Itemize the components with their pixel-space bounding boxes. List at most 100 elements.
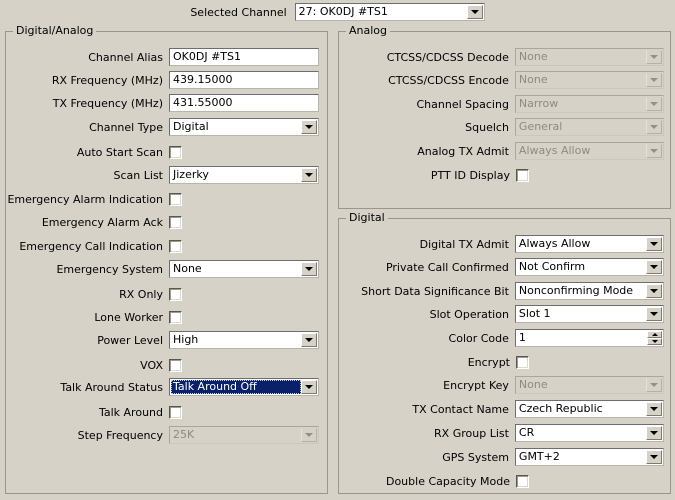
lone-worker-label: Lone Worker [94,310,163,324]
ctcss-cdcss-decode-value: None [518,50,548,63]
row-encrypt-key: Encrypt Key None [338,375,664,395]
chevron-down-icon [646,50,662,64]
power-level-label: Power Level [97,333,163,347]
channel-type-combo[interactable]: Digital [169,118,319,136]
channel-spacing-combo: Narrow [514,95,664,113]
channel-alias-input[interactable]: OK0DJ #TS1 [169,48,319,66]
chevron-down-icon[interactable] [301,168,317,182]
chevron-down-icon[interactable] [646,237,662,251]
spinner-down-icon[interactable] [647,338,662,345]
row-color-code: Color Code 1 [338,328,664,348]
row-slot-operation: Slot Operation Slot 1 [338,304,664,324]
emergency-alarm-indication-label: Emergency Alarm Indication [7,192,163,206]
row-channel-alias: Channel Alias OK0DJ #TS1 [5,47,321,67]
vox-checkbox[interactable] [169,358,182,372]
squelch-value: General [518,120,563,133]
talk-around-checkbox[interactable] [169,405,182,419]
lone-worker-checkbox[interactable] [169,310,182,324]
tx-contact-name-combo[interactable]: Czech Republic [514,400,664,418]
step-frequency-combo: 25K [169,426,319,444]
chevron-down-icon[interactable] [646,450,662,464]
analog-tx-admit-combo: Always Allow [514,142,664,160]
row-channel-type: Channel Type Digital [5,117,321,137]
slot-operation-value: Slot 1 [518,307,551,320]
short-data-significance-bit-combo[interactable]: Nonconfirming Mode [514,282,664,300]
chevron-down-icon[interactable] [466,5,483,19]
chevron-down-icon[interactable] [301,262,317,276]
emergency-system-combo[interactable]: None [169,260,319,278]
color-code-spinner-buttons[interactable] [647,331,662,345]
tx-frequency-input[interactable]: 431.55000 [169,94,319,112]
rx-frequency-input[interactable]: 439.15000 [169,71,319,89]
auto-start-scan-label: Auto Start Scan [76,145,163,159]
row-squelch: Squelch General [338,117,664,137]
encrypt-key-combo: None [514,376,664,394]
chevron-down-icon[interactable] [301,380,317,394]
tx-contact-name-value: Czech Republic [518,402,603,415]
ctcss-cdcss-encode-value: None [518,73,548,86]
row-ctcss-cdcss-decode: CTCSS/CDCSS Decode None [338,47,664,67]
row-emergency-alarm-indication: Emergency Alarm Indication [5,189,321,209]
rx-group-list-combo[interactable]: CR [514,424,664,442]
short-data-significance-bit-label: Short Data Significance Bit [361,284,509,298]
gps-system-value: GMT+2 [518,450,560,463]
rx-group-list-value: CR [518,426,535,439]
channel-alias-label: Channel Alias [88,50,163,64]
squelch-label: Squelch [465,120,509,134]
selected-channel-combo[interactable]: 27: OK0DJ #TS1 [294,3,485,21]
talk-around-status-combo[interactable]: Talk Around Off [169,378,319,396]
emergency-call-indication-checkbox[interactable] [169,239,182,253]
chevron-down-icon[interactable] [646,426,662,440]
gps-system-combo[interactable]: GMT+2 [514,448,664,466]
rx-only-label: RX Only [119,287,163,301]
digital-tx-admit-label: Digital TX Admit [419,237,509,251]
color-code-value[interactable]: 1 [516,330,647,346]
emergency-alarm-indication-checkbox[interactable] [169,192,182,206]
dialog-bottom-edge [0,494,675,500]
analog-tx-admit-label: Analog TX Admit [417,144,509,158]
chevron-down-icon[interactable] [646,260,662,274]
row-channel-spacing: Channel Spacing Narrow [338,94,664,114]
color-code-spinner[interactable]: 1 [514,329,664,347]
chevron-down-icon[interactable] [301,333,317,347]
encrypt-checkbox[interactable] [516,355,529,369]
emergency-alarm-ack-label: Emergency Alarm Ack [41,215,163,229]
talk-around-status-label: Talk Around Status [60,380,163,394]
auto-start-scan-checkbox[interactable] [169,145,182,159]
row-power-level: Power Level High [5,330,321,350]
chevron-down-icon[interactable] [646,284,662,298]
ptt-id-display-label: PTT ID Display [430,168,510,182]
ctcss-cdcss-encode-combo: None [514,71,664,89]
scan-list-combo[interactable]: Jizerky [169,166,319,184]
rx-only-checkbox[interactable] [169,287,182,301]
row-private-call-confirmed: Private Call Confirmed Not Confirm [338,257,664,277]
row-encrypt: Encrypt [338,352,664,372]
encrypt-key-label: Encrypt Key [443,378,509,392]
ctcss-cdcss-encode-label: CTCSS/CDCSS Encode [388,73,509,87]
row-digital-tx-admit: Digital TX Admit Always Allow [338,234,664,254]
short-data-significance-bit-value: Nonconfirming Mode [518,284,634,297]
power-level-combo[interactable]: High [169,331,319,349]
chevron-down-icon[interactable] [301,120,317,134]
row-vox: VOX [5,355,321,375]
chevron-down-icon[interactable] [646,307,662,321]
rx-frequency-label: RX Frequency (MHz) [51,73,163,87]
private-call-confirmed-combo[interactable]: Not Confirm [514,258,664,276]
channel-type-label: Channel Type [89,120,163,134]
ptt-id-display-checkbox[interactable] [516,168,529,182]
digital-group-title: Digital [346,212,388,223]
emergency-alarm-ack-checkbox[interactable] [169,215,182,229]
power-level-value: High [173,333,199,346]
row-scan-list: Scan List Jizerky [5,165,321,185]
double-capacity-mode-checkbox[interactable] [516,474,529,488]
spinner-up-icon[interactable] [647,331,662,338]
chevron-down-icon[interactable] [646,402,662,416]
row-rx-group-list: RX Group List CR [338,423,664,443]
color-code-label: Color Code [448,331,509,345]
digital-tx-admit-combo[interactable]: Always Allow [514,235,664,253]
slot-operation-combo[interactable]: Slot 1 [514,305,664,323]
row-lone-worker: Lone Worker [5,307,321,327]
private-call-confirmed-value: Not Confirm [518,260,586,273]
chevron-down-icon [646,97,662,111]
chevron-down-icon [646,73,662,87]
